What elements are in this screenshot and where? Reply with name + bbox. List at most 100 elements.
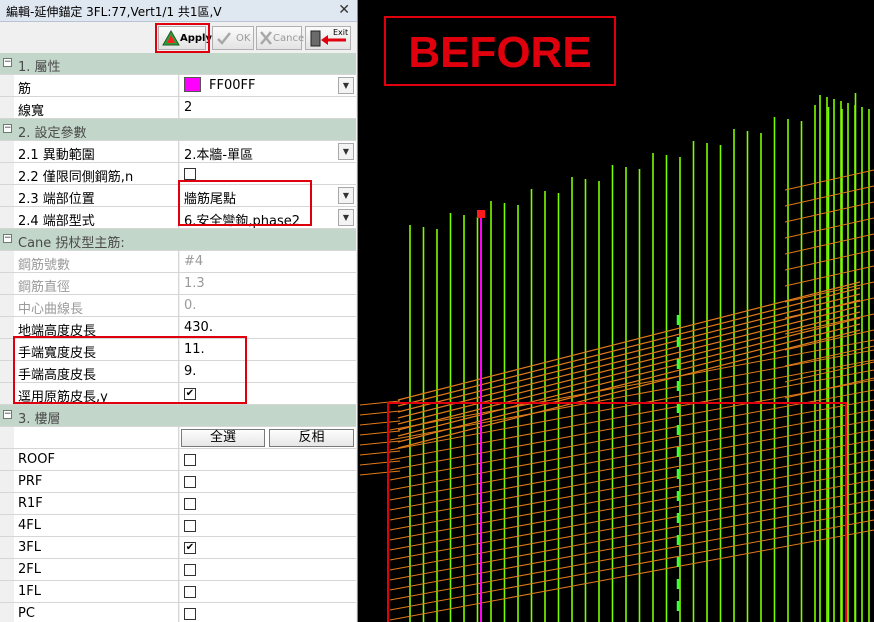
property-label: 2.2 僅限同側鋼筋,n: [14, 163, 179, 184]
floor-row-r1f[interactable]: R1F: [0, 493, 356, 515]
floor-checkbox[interactable]: [184, 608, 196, 620]
window-titlebar[interactable]: 編輯-延伸錨定 3FL:77,Vert1/1 共1區,V ✕: [0, 0, 357, 22]
row-bar-number: 鋼筋號數 #4: [0, 251, 356, 273]
cancel-label: Cancel: [273, 33, 307, 44]
floor-row-4fl[interactable]: 4FL: [0, 515, 356, 537]
horizontal-rebar: [784, 249, 874, 271]
property-value[interactable]: 430.: [180, 317, 356, 338]
same-side-checkbox[interactable]: [184, 168, 196, 180]
dropdown-arrow-icon[interactable]: ▼: [338, 187, 354, 204]
property-label: 2.4 端部型式: [14, 207, 179, 228]
row-change-range[interactable]: 2.1 異動範圍 2.本牆-單區 ▼: [0, 141, 356, 163]
floor-row-3fl[interactable]: 3FL ✔: [0, 537, 356, 559]
horizontal-rebar: [784, 265, 874, 287]
horizontal-rebar: [784, 345, 874, 367]
color-value[interactable]: FF00FF ▼: [180, 75, 356, 96]
property-label: 鋼筋直徑: [14, 273, 179, 294]
floor-name: 3FL: [14, 537, 179, 558]
collapse-icon[interactable]: −: [3, 234, 12, 243]
horizontal-rebar: [784, 313, 874, 335]
cancel-button[interactable]: Cancel: [256, 26, 307, 50]
collapse-icon[interactable]: −: [3, 58, 12, 67]
section-title: 3. 樓層: [18, 412, 61, 427]
floor-name: PC: [14, 603, 179, 622]
window-title: 編輯-延伸錨定 3FL:77,Vert1/1 共1區,V: [6, 5, 222, 19]
horizontal-rebar: [784, 185, 874, 207]
property-label: 地端高度皮長: [14, 317, 179, 338]
section-attributes[interactable]: − 1. 屬性: [0, 53, 356, 75]
floor-checkbox[interactable]: [184, 564, 196, 576]
dropdown-arrow-icon[interactable]: ▼: [338, 143, 354, 160]
close-icon[interactable]: ✕: [338, 2, 350, 18]
ok-button[interactable]: OK: [212, 26, 254, 50]
horizontal-rebar: [784, 217, 874, 239]
floor-checkbox[interactable]: [184, 454, 196, 466]
floor-row-roof[interactable]: ROOF: [0, 449, 356, 471]
model-highlight-frame: [387, 402, 847, 622]
property-value: #4: [180, 251, 356, 272]
horizontal-rebar: [397, 293, 861, 413]
property-label: 筋: [14, 75, 179, 96]
horizontal-rebar: [784, 201, 874, 223]
check-icon: [217, 32, 231, 45]
floor-name: ROOF: [14, 449, 179, 470]
section-title: 1. 屬性: [18, 60, 61, 75]
section-title: 2. 設定參數: [18, 126, 87, 141]
property-value: 0.: [180, 295, 356, 316]
dropdown-arrow-icon[interactable]: ▼: [338, 77, 354, 94]
end-settings-highlight: [178, 180, 312, 226]
row-floor-actions: 全選 反相: [0, 427, 356, 449]
floor-row-1fl[interactable]: 1FL: [0, 581, 356, 603]
cane-settings-highlight: [13, 336, 247, 404]
property-label: 中心曲線長: [14, 295, 179, 316]
select-all-button[interactable]: 全選: [181, 429, 265, 447]
invert-selection-button[interactable]: 反相: [269, 429, 354, 447]
row-center-length: 中心曲線長 0.: [0, 295, 356, 317]
floor-row-2fl[interactable]: 2FL: [0, 559, 356, 581]
property-label: 鋼筋號數: [14, 251, 179, 272]
collapse-icon[interactable]: −: [3, 124, 12, 133]
property-label: 2.3 端部位置: [14, 185, 179, 206]
color-swatch: [184, 77, 201, 92]
row-line-width[interactable]: 線寬 2: [0, 97, 356, 119]
horizontal-rebar: [784, 233, 874, 255]
edit-extension-anchor-dialog: 編輯-延伸錨定 3FL:77,Vert1/1 共1區,V ✕ Apply OK …: [0, 0, 358, 622]
floor-name: 2FL: [14, 559, 179, 580]
horizontal-rebar: [784, 169, 874, 191]
horizontal-rebar: [397, 281, 861, 401]
collapse-icon[interactable]: −: [3, 410, 12, 419]
exit-button[interactable]: Exit: [305, 26, 351, 50]
floor-name: R1F: [14, 493, 179, 514]
range-select[interactable]: 2.本牆-單區 ▼: [180, 141, 356, 162]
property-label: 線寬: [14, 97, 179, 118]
floor-row-pc[interactable]: PC: [0, 603, 356, 622]
property-value: 1.3: [180, 273, 356, 294]
floor-checkbox[interactable]: [184, 586, 196, 598]
floor-checkbox[interactable]: [184, 498, 196, 510]
toolbar: Apply OK Cancel Exit: [0, 23, 357, 53]
floor-checkbox[interactable]: [184, 520, 196, 532]
horizontal-rebar: [784, 377, 874, 399]
before-label: BEFORE: [408, 28, 592, 77]
section-title: Cane 拐杖型主筋:: [18, 236, 125, 251]
horizontal-rebar: [397, 287, 861, 407]
ok-label: OK: [236, 33, 251, 44]
floor-name: 4FL: [14, 515, 179, 536]
property-label: 2.1 異動範圍: [14, 141, 179, 162]
floor-checkbox[interactable]: [184, 476, 196, 488]
floor-checkbox[interactable]: ✔: [184, 542, 196, 554]
row-bar-diameter: 鋼筋直徑 1.3: [0, 273, 356, 295]
section-settings[interactable]: − 2. 設定參數: [0, 119, 356, 141]
floor-name: 1FL: [14, 581, 179, 602]
section-floors[interactable]: − 3. 樓層: [0, 405, 356, 427]
property-value[interactable]: 2: [180, 97, 356, 118]
row-rebar-color[interactable]: 筋 FF00FF ▼: [0, 75, 356, 97]
dropdown-arrow-icon[interactable]: ▼: [338, 209, 354, 226]
floor-name: PRF: [14, 471, 179, 492]
horizontal-rebar: [784, 281, 874, 303]
horizontal-rebar: [784, 297, 874, 319]
apply-highlight: [155, 23, 210, 53]
floor-row-prf[interactable]: PRF: [0, 471, 356, 493]
horizontal-rebar: [397, 299, 861, 419]
section-cane[interactable]: − Cane 拐杖型主筋:: [0, 229, 356, 251]
